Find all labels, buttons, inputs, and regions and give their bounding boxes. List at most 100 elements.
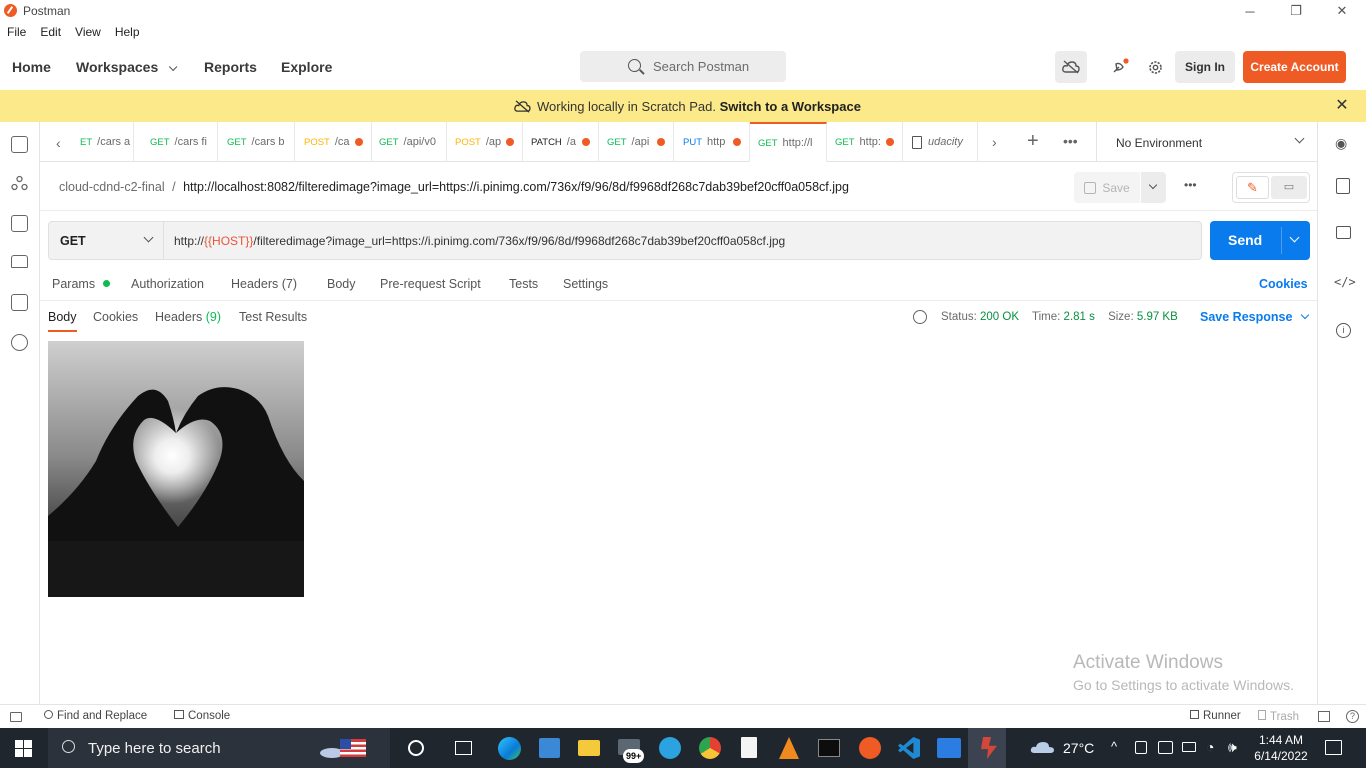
active-app-highlight[interactable] — [968, 728, 1006, 768]
meet-now-icon[interactable] — [1158, 741, 1173, 754]
sign-in-button[interactable]: Sign In — [1175, 51, 1235, 83]
close-window-button[interactable]: ✕ — [1319, 0, 1365, 22]
response-tab-headers[interactable]: Headers (9) — [155, 310, 221, 324]
telegram-icon[interactable] — [659, 737, 681, 759]
collections-icon[interactable] — [11, 136, 28, 153]
edit-pencil-icon[interactable]: ✎ — [1236, 176, 1269, 199]
request-tab[interactable]: GET/api/v0 — [371, 122, 447, 162]
tab-body[interactable]: Body — [327, 277, 356, 291]
request-tab[interactable]: GET/api — [599, 122, 674, 162]
tabs-scroll-right-icon[interactable]: › — [992, 134, 997, 150]
media-app-icon[interactable] — [937, 738, 961, 758]
battery-icon[interactable] — [1182, 742, 1196, 752]
wifi-icon[interactable]: ◔ — [1206, 739, 1214, 755]
vscode-icon[interactable] — [898, 737, 920, 759]
collection-name[interactable]: cloud-cdnd-c2-final — [59, 180, 165, 194]
request-tab[interactable]: GET/cars fi — [142, 122, 218, 162]
eye-icon[interactable]: ◉ — [1335, 135, 1347, 152]
taskbar-clock[interactable]: 1:44 AM 6/14/2022 — [1251, 732, 1311, 764]
menu-file[interactable]: File — [0, 22, 33, 39]
mail-icon[interactable]: 99+ — [618, 737, 645, 763]
sync-offline-button[interactable] — [1055, 51, 1087, 83]
nav-explore[interactable]: Explore — [281, 59, 332, 75]
request-tab[interactable]: PATCH/a — [523, 122, 599, 162]
tab-settings[interactable]: Settings — [563, 277, 608, 291]
temperature[interactable]: 27°C — [1063, 740, 1094, 756]
windows-start-icon[interactable] — [15, 740, 32, 757]
tab-params[interactable]: Params — [52, 277, 110, 291]
tray-app-icon[interactable] — [1135, 741, 1147, 754]
time-value[interactable]: 2.81 s — [1064, 311, 1095, 323]
new-tab-plus-icon[interactable]: + — [1027, 130, 1039, 153]
notepad-icon[interactable] — [741, 737, 757, 758]
capture-requests-button[interactable] — [1106, 51, 1134, 83]
taskbar-search-box[interactable]: Type here to search — [48, 728, 390, 768]
status-value[interactable]: 200 OK — [980, 311, 1019, 323]
size-value[interactable]: 5.97 KB — [1137, 311, 1178, 323]
request-tab[interactable]: GET http://l — [750, 122, 827, 162]
menu-edit[interactable]: Edit — [33, 22, 68, 39]
tab-authorization[interactable]: Authorization — [131, 277, 204, 291]
cortana-icon[interactable] — [408, 740, 424, 756]
code-icon[interactable]: </> — [1334, 275, 1356, 289]
weather-cloud-icon[interactable] — [1030, 740, 1056, 756]
request-tab[interactable]: POST/ca — [296, 122, 372, 162]
edge-icon[interactable] — [498, 737, 521, 760]
find-replace-button[interactable]: Find and Replace — [44, 710, 147, 722]
help-icon[interactable]: ? — [1346, 710, 1359, 723]
environment-selector[interactable]: No Environment — [1116, 136, 1202, 150]
request-tab[interactable]: ET/cars a — [72, 122, 134, 162]
tab-pre-request-script[interactable]: Pre-request Script — [380, 277, 481, 291]
info-icon[interactable]: i — [1336, 323, 1351, 338]
request-tab[interactable]: PUT http — [675, 122, 750, 162]
response-tab-test-results[interactable]: Test Results — [239, 310, 307, 324]
comments-icon[interactable] — [1336, 226, 1351, 239]
search-postman-input[interactable]: Search Postman — [580, 51, 786, 82]
close-banner-icon[interactable]: ✕ — [1334, 98, 1350, 114]
tabs-scroll-left-icon[interactable]: ‹ — [56, 135, 61, 151]
tray-expand-icon[interactable]: ^ — [1111, 739, 1117, 754]
tab-tests[interactable]: Tests — [509, 277, 538, 291]
runner-button[interactable]: Runner — [1190, 710, 1241, 722]
nav-home[interactable]: Home — [12, 59, 51, 75]
sidebar-toggle-icon[interactable] — [10, 712, 22, 722]
nav-reports[interactable]: Reports — [204, 59, 257, 75]
monitors-icon[interactable] — [11, 294, 28, 311]
microsoft-store-icon[interactable] — [539, 738, 560, 758]
request-tab[interactable]: GET/cars b — [219, 122, 295, 162]
send-button[interactable]: Send — [1210, 221, 1310, 260]
volume-icon[interactable]: 🕪 — [1228, 739, 1237, 756]
notifications-icon[interactable] — [1325, 740, 1342, 755]
request-tab[interactable]: POST/ap — [447, 122, 523, 162]
url-input[interactable]: http://{{HOST}}/filteredimage?image_url=… — [164, 221, 1202, 260]
environments-icon[interactable] — [11, 215, 28, 232]
request-tab[interactable]: GET http: — [827, 122, 903, 162]
two-pane-icon[interactable] — [1318, 711, 1330, 722]
method-selector[interactable]: GET — [48, 221, 164, 260]
apis-icon[interactable] — [11, 175, 28, 192]
terminal-icon[interactable] — [818, 739, 840, 757]
response-tab-cookies[interactable]: Cookies — [93, 310, 138, 324]
restore-button[interactable]: ❐ — [1273, 0, 1319, 22]
save-options-button[interactable] — [1141, 172, 1166, 203]
trash-button[interactable]: Trash — [1258, 710, 1299, 723]
chrome-icon[interactable] — [699, 737, 721, 759]
comments-toggle-icon[interactable]: ▭ — [1271, 176, 1307, 199]
request-tab[interactable]: udacity — [904, 122, 978, 162]
task-view-icon[interactable] — [455, 741, 472, 755]
create-account-button[interactable]: Create Account — [1243, 51, 1346, 83]
switch-workspace-link[interactable]: Switch to a Workspace — [720, 99, 861, 114]
menu-help[interactable]: Help — [108, 22, 147, 39]
save-response-button[interactable]: Save Response — [1200, 310, 1310, 324]
vlc-icon[interactable] — [779, 737, 799, 759]
request-more-icon[interactable]: ••• — [1184, 178, 1197, 192]
minimize-button[interactable]: ─ — [1227, 0, 1273, 22]
history-icon[interactable] — [11, 334, 28, 351]
globe-icon[interactable] — [913, 310, 927, 324]
console-button[interactable]: Console — [174, 710, 230, 722]
tab-headers[interactable]: Headers (7) — [231, 277, 297, 291]
send-options-chevron-icon[interactable] — [1289, 232, 1300, 243]
cookies-link[interactable]: Cookies — [1259, 277, 1308, 291]
nav-workspaces[interactable]: Workspaces — [76, 59, 178, 75]
tabs-more-icon[interactable]: ••• — [1063, 133, 1078, 149]
